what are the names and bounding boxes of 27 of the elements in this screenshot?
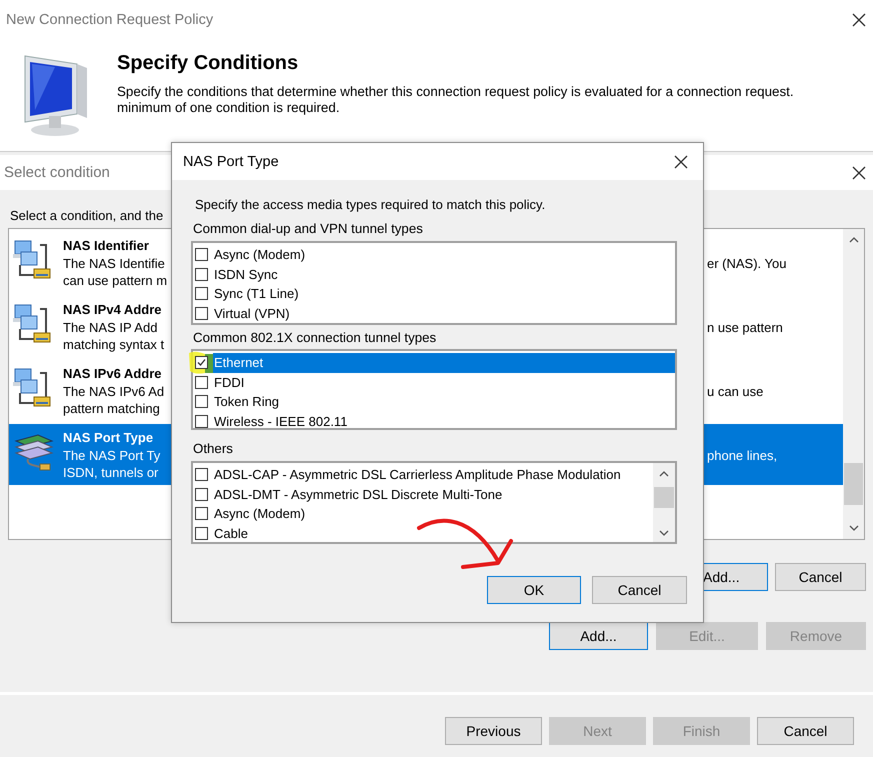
condition-description: matching syntax t bbox=[63, 336, 166, 353]
condition-title: NAS Port Type bbox=[63, 429, 154, 447]
window-title: Select condition bbox=[4, 164, 110, 181]
condition-title: NAS Identifier bbox=[63, 237, 150, 255]
prompt-text: Select a condition, and the bbox=[10, 208, 164, 224]
condition-description: phone lines, bbox=[707, 447, 778, 464]
instruction-text: Specify the access media types required to match this policy. bbox=[195, 197, 546, 212]
condition-title: NAS IPv4 Addre bbox=[63, 301, 162, 319]
dialog-title: NAS Port Type bbox=[183, 154, 279, 170]
window-title: New Connection Request Policy bbox=[6, 12, 214, 28]
condition-description: n use pattern bbox=[707, 319, 783, 336]
condition-description: The NAS Identifie bbox=[63, 255, 166, 272]
description-text: minimum of one condition is required. bbox=[117, 100, 341, 116]
group-label: Others bbox=[193, 441, 234, 457]
group-label: Common dial-up and VPN tunnel types bbox=[193, 221, 424, 237]
condition-description: er (NAS). You bbox=[707, 255, 786, 272]
group-label: Common 802.1X connection tunnel types bbox=[193, 330, 438, 346]
condition-description: The NAS IP Add bbox=[63, 319, 158, 336]
condition-description: u can use bbox=[707, 383, 764, 400]
description-text: Specify the conditions that determine whether this connection request policy is evaluated for a connection request. bbox=[117, 84, 794, 100]
condition-description: can use pattern m bbox=[63, 272, 168, 289]
condition-description: pattern matching bbox=[63, 400, 161, 417]
condition-description: ISDN, tunnels or bbox=[63, 464, 160, 481]
condition-description: The NAS IPv6 Ad bbox=[63, 383, 166, 400]
condition-description: The NAS Port Ty bbox=[63, 447, 162, 464]
page-heading: Specify Conditions bbox=[117, 52, 300, 75]
condition-title: NAS IPv6 Addre bbox=[63, 365, 162, 383]
